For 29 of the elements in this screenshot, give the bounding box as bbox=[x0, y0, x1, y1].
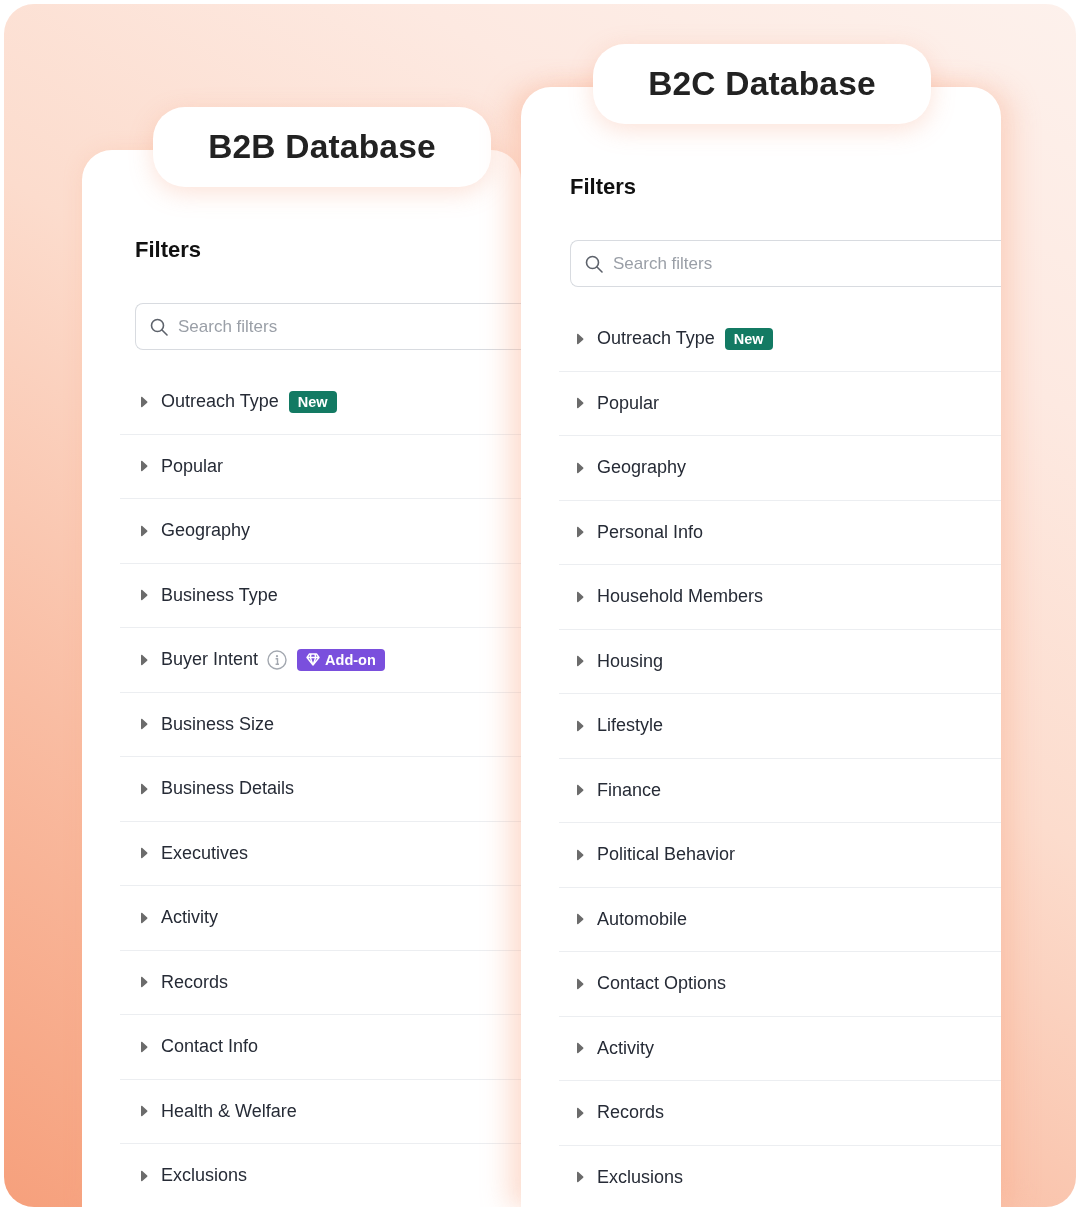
filter-row[interactable]: Geography bbox=[559, 436, 1001, 501]
search-icon bbox=[585, 254, 603, 273]
badge-text: Add-on bbox=[325, 651, 376, 668]
badge-text: New bbox=[297, 393, 328, 410]
database-title: B2C Database bbox=[593, 44, 931, 124]
filter-row[interactable]: Finance bbox=[559, 758, 1001, 823]
filter-row[interactable]: Outreach Type New bbox=[559, 307, 1001, 372]
filter-row[interactable]: Popular bbox=[559, 371, 1001, 436]
filters-heading: Filters bbox=[135, 236, 202, 264]
search-icon bbox=[150, 317, 168, 336]
filter-row[interactable]: Household Members bbox=[559, 565, 1001, 630]
badge-text: New bbox=[733, 330, 764, 347]
filter-row[interactable]: Automobile bbox=[559, 887, 1001, 952]
search-field[interactable]: Search filters bbox=[135, 303, 521, 350]
filter-row[interactable]: Political Behavior bbox=[559, 823, 1001, 888]
gem-icon bbox=[306, 653, 321, 667]
database-title: B2B Database bbox=[153, 107, 491, 187]
filter-row[interactable]: Activity bbox=[559, 1016, 1001, 1081]
search-field[interactable]: Search filters bbox=[570, 240, 1001, 287]
filter-row[interactable]: Records bbox=[559, 1081, 1001, 1146]
filter-row[interactable]: Personal Info bbox=[559, 500, 1001, 565]
filter-row[interactable]: Exclusions bbox=[559, 1145, 1001, 1207]
filters-heading: Filters bbox=[570, 173, 637, 201]
filter-row[interactable]: Contact Options bbox=[559, 952, 1001, 1017]
filter-row[interactable]: Outreach Type New bbox=[120, 370, 521, 435]
filter-row[interactable]: Housing bbox=[559, 629, 1001, 694]
filter-row[interactable]: Lifestyle bbox=[559, 694, 1001, 759]
filter-row[interactable]: Buyer Intent Add-on bbox=[120, 628, 521, 693]
info-icon[interactable] bbox=[267, 649, 288, 670]
